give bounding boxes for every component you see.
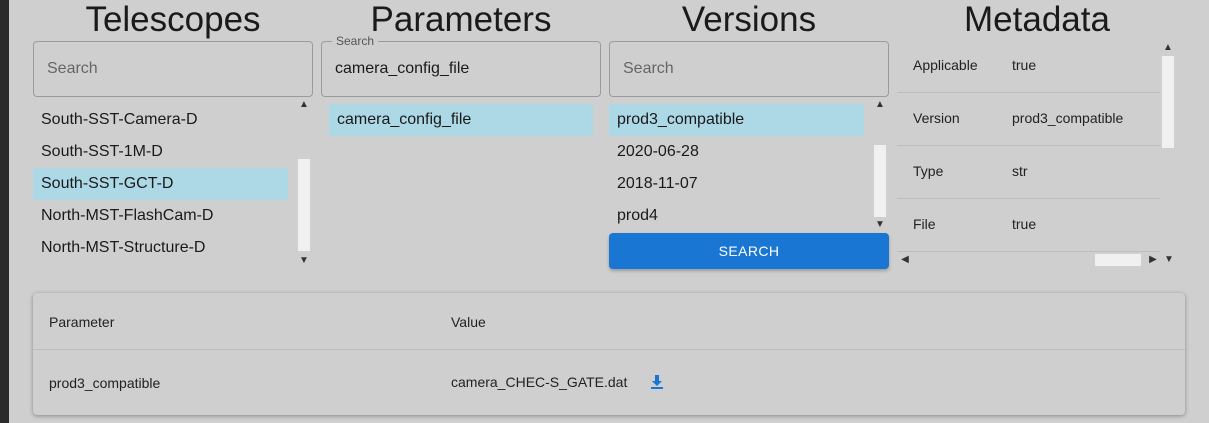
parameter-search-input[interactable]: Search camera_config_file xyxy=(321,33,601,97)
metadata-row: Type str xyxy=(897,146,1160,199)
telescope-item[interactable]: South-SST-Camera-D xyxy=(33,104,288,136)
metadata-row: Applicable true xyxy=(897,40,1160,93)
metadata-key: Applicable xyxy=(913,57,978,73)
chevron-down-icon[interactable]: ▼ xyxy=(1161,252,1177,268)
chevron-up-icon[interactable]: ▲ xyxy=(1160,40,1176,56)
version-search-input[interactable]: Search xyxy=(609,41,889,97)
download-icon[interactable] xyxy=(650,374,664,390)
telescope-item[interactable]: North-MST-Structure-D xyxy=(33,232,288,264)
versions-title: Versions xyxy=(681,0,817,39)
parameter-search-value: camera_config_file xyxy=(335,60,470,77)
version-item[interactable]: 2018-11-07 xyxy=(609,168,864,200)
scroll-thumb[interactable] xyxy=(298,159,310,251)
metadata-horizontal-scrollbar[interactable]: ◀ ▶ ▼ xyxy=(897,252,1177,268)
telescopes-title: Telescopes xyxy=(85,0,261,39)
metadata-title: Metadata xyxy=(964,0,1110,39)
table-header: Parameter Value xyxy=(33,293,1185,350)
search-button[interactable]: SEARCH xyxy=(609,233,889,269)
chevron-right-icon[interactable]: ▶ xyxy=(1145,252,1161,268)
metadata-row: File true xyxy=(897,199,1160,252)
version-item[interactable]: prod4 xyxy=(609,200,864,232)
telescope-search-input[interactable]: Search xyxy=(33,41,313,97)
parameter-item-selected[interactable]: camera_config_file xyxy=(329,104,593,136)
chevron-down-icon[interactable]: ▼ xyxy=(296,253,312,269)
metadata-key: Type xyxy=(913,163,944,179)
chevron-left-icon[interactable]: ◀ xyxy=(897,252,913,268)
metadata-value: str xyxy=(1012,163,1028,179)
chevron-up-icon[interactable]: ▲ xyxy=(296,97,312,113)
telescope-search-placeholder: Search xyxy=(47,60,98,77)
window-edge xyxy=(0,0,9,423)
metadata-value: true xyxy=(1012,57,1037,73)
chevron-down-icon[interactable]: ▼ xyxy=(872,217,888,233)
results-table: Parameter Value prod3_compatible camera_… xyxy=(33,293,1185,415)
parameter-search-label: Search xyxy=(332,33,379,49)
scroll-thumb[interactable] xyxy=(874,145,886,217)
telescope-item[interactable]: North-MST-FlashCam-D xyxy=(33,200,288,232)
version-item-selected[interactable]: prod3_compatible xyxy=(609,104,864,136)
header-parameter: Parameter xyxy=(49,314,115,330)
telescope-item-selected[interactable]: South-SST-GCT-D xyxy=(33,168,288,200)
metadata-key: Version xyxy=(913,110,960,126)
scroll-thumb[interactable] xyxy=(1162,56,1174,148)
metadata-value: prod3_compatible xyxy=(1012,110,1124,126)
metadata-value: true xyxy=(1012,216,1037,232)
row-parameter: prod3_compatible xyxy=(49,375,161,391)
telescope-scrollbar[interactable]: ▲ ▼ xyxy=(296,97,312,269)
metadata-vertical-scrollbar[interactable]: ▲ xyxy=(1160,40,1176,252)
chevron-up-icon[interactable]: ▲ xyxy=(872,97,888,113)
metadata-key: File xyxy=(913,216,936,232)
metadata-row: Version prod3_compatible xyxy=(897,93,1160,146)
scroll-thumb[interactable] xyxy=(1095,254,1141,266)
version-item[interactable]: 2020-06-28 xyxy=(609,136,864,168)
version-search-placeholder: Search xyxy=(623,60,674,77)
header-value: Value xyxy=(451,314,486,330)
telescope-item[interactable]: South-SST-1M-D xyxy=(33,136,288,168)
row-value: camera_CHEC-S_GATE.dat xyxy=(451,374,628,390)
version-scrollbar[interactable]: ▲ ▼ xyxy=(872,97,888,233)
